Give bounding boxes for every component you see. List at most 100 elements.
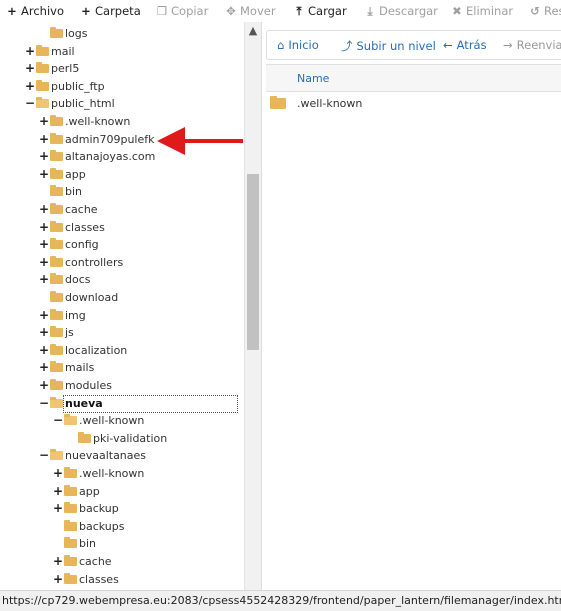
new-folder-button[interactable]: + Carpeta [80,3,141,19]
expand-icon[interactable]: + [39,219,49,236]
tree-item[interactable]: − nueva [0,394,244,413]
tree-item-label: classes [65,220,105,234]
home-icon: ⌂ [277,38,285,52]
folder-icon [50,308,63,320]
expand-icon[interactable]: + [25,60,35,77]
folder-icon [36,79,49,91]
collapse-icon[interactable]: − [53,412,63,429]
expand-icon[interactable]: + [39,254,49,271]
folder-icon [50,361,63,373]
delete-button[interactable]: ✖ Eliminar [451,3,513,19]
tree-item[interactable]: + classes [0,571,244,588]
home-button[interactable]: ⌂ Inicio [277,38,319,52]
tree-item[interactable]: pki-validation [0,430,244,447]
tree-item-label: admin709pulefk [65,132,155,146]
expand-icon[interactable]: + [53,553,63,570]
tree-item[interactable]: download [0,289,244,306]
tree-item[interactable]: + app [0,483,244,500]
tree-item-label: logs [65,27,88,40]
tree-scrollbar[interactable]: ▲ [244,22,261,590]
tree-item-label: nuevaaltanaes [65,449,147,463]
expand-icon[interactable]: + [39,201,49,218]
tree-item[interactable]: + perl5 [0,60,244,77]
move-button[interactable]: ✥ Mover [225,3,275,19]
expand-icon[interactable]: + [53,465,63,482]
file-name: .well-known [297,97,363,110]
tree-item[interactable]: + mail [0,43,244,60]
expand-icon[interactable]: + [25,43,35,60]
expand-icon[interactable]: + [39,166,49,183]
expand-icon[interactable]: + [39,148,49,165]
upload-icon: ⤒ [296,4,302,18]
folder-icon [50,396,63,408]
expand-icon[interactable]: + [39,236,49,253]
download-icon: ⤓ [367,4,373,18]
tree-item[interactable]: + backup [0,500,244,517]
expand-icon[interactable]: + [39,131,49,148]
tree-item[interactable]: + classes [0,219,244,236]
restore-button[interactable]: ↺Res [529,3,561,19]
tree-item[interactable]: − nuevaaltanaes [0,447,244,464]
folder-icon [270,96,286,109]
tree-item[interactable]: bin [0,183,244,200]
new-file-button[interactable]: + Archivo [6,3,64,19]
expand-icon[interactable]: + [39,377,49,394]
folder-icon [50,449,63,461]
tree-item-label: altanajoyas.com [65,150,156,164]
folder-icon [50,220,63,232]
list-item[interactable]: .well-known [266,94,561,114]
tree-item[interactable]: + mails [0,359,244,376]
scroll-up-icon[interactable]: ▲ [245,24,261,37]
folder-icon [78,431,91,443]
tree-item[interactable]: + public_ftp [0,78,244,95]
tree-item[interactable]: + js [0,324,244,341]
expand-icon[interactable]: + [53,483,63,500]
folder-icon [50,27,63,38]
expand-icon[interactable]: + [39,359,49,376]
name-column-header[interactable]: Name [297,72,329,85]
tree-item[interactable]: logs [0,25,244,42]
tree-item[interactable]: + cache [0,201,244,218]
tree-item-label: backups [79,519,125,533]
tree-item[interactable]: + controllers [0,254,244,271]
tree-item-label: .well-known [79,467,145,480]
tree-item[interactable]: + modules [0,377,244,394]
tree-item[interactable]: + cache [0,553,244,570]
expand-icon[interactable]: + [39,113,49,130]
folder-icon [50,132,63,144]
tree-item[interactable]: + .well-known [0,465,244,482]
tree-item[interactable]: + app [0,166,244,183]
tree-item[interactable]: + localization [0,342,244,359]
collapse-icon[interactable]: − [39,447,49,464]
expand-icon[interactable]: + [39,324,49,341]
tree-item[interactable]: + img [0,307,244,324]
tree-item-label: docs [65,273,91,287]
folder-icon [50,273,63,285]
tree-item-label: cache [79,555,112,568]
collapse-icon[interactable]: − [39,395,49,412]
tree-item[interactable]: + config [0,236,244,253]
copy-button[interactable]: ❐ Copiar [156,3,209,19]
copy-icon: ❐ [156,4,168,18]
tree-item[interactable]: bin [0,535,244,552]
expand-icon[interactable]: + [53,500,63,517]
expand-icon[interactable]: + [39,271,49,288]
arrow-right-icon: → [503,38,513,52]
expand-icon[interactable]: + [39,342,49,359]
download-button[interactable]: ⤓ Descargar [364,3,437,19]
folder-icon [50,115,63,126]
tree-item[interactable]: − .well-known [0,412,244,429]
tree-item[interactable]: backups [0,518,244,535]
back-button[interactable]: ← Atrás [443,38,487,52]
scrollbar-thumb[interactable] [247,174,259,350]
upload-button[interactable]: ⤒ Cargar [293,3,346,19]
expand-icon[interactable]: + [25,78,35,95]
collapse-icon[interactable]: − [25,95,35,112]
tree-item[interactable]: − public_html [0,95,244,112]
folder-icon [50,185,63,197]
up-one-level-button[interactable]: ⤴ Subir un nivel [341,38,436,54]
forward-button[interactable]: →Reenviar [503,38,561,52]
expand-icon[interactable]: + [39,307,49,324]
expand-icon[interactable]: + [53,571,63,588]
tree-item[interactable]: + docs [0,271,244,288]
